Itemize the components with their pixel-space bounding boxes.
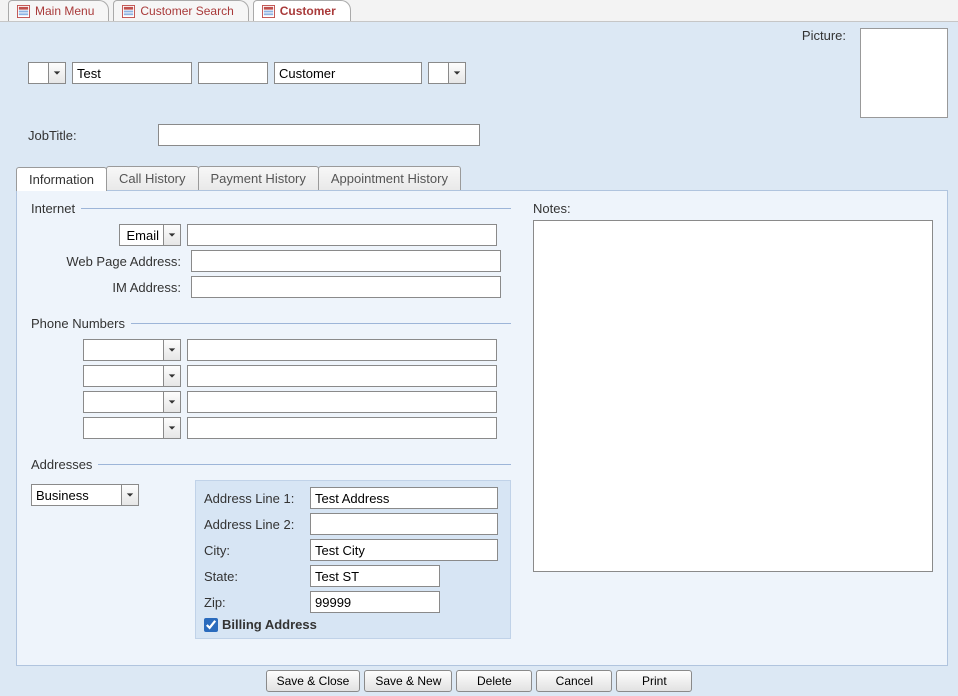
tab-call-history[interactable]: Call History bbox=[106, 166, 198, 190]
information-panel: Internet Web Page Address: bbox=[16, 190, 948, 666]
customer-form: Picture: JobTitle: Information Call Hist… bbox=[0, 22, 958, 696]
picture-box[interactable] bbox=[860, 28, 948, 118]
chevron-down-icon[interactable] bbox=[163, 391, 181, 413]
billing-checkbox[interactable] bbox=[204, 618, 218, 632]
phone-legend: Phone Numbers bbox=[31, 316, 131, 331]
chevron-down-icon[interactable] bbox=[163, 339, 181, 361]
first-name-input[interactable] bbox=[72, 62, 192, 84]
job-title-row: JobTitle: bbox=[10, 124, 948, 146]
chevron-down-icon[interactable] bbox=[448, 62, 466, 84]
print-button[interactable]: Print bbox=[616, 670, 692, 692]
phone-type-input[interactable] bbox=[83, 339, 163, 361]
address-line1-label: Address Line 1: bbox=[204, 491, 304, 506]
state-label: State: bbox=[204, 569, 304, 584]
notes-label: Notes: bbox=[533, 201, 933, 216]
internet-legend: Internet bbox=[31, 201, 81, 216]
email-type-combo[interactable] bbox=[119, 224, 181, 246]
address-line2-input[interactable] bbox=[310, 513, 498, 535]
email-type-input[interactable] bbox=[119, 224, 163, 246]
sub-tabs: Information Call History Payment History… bbox=[16, 166, 948, 190]
form-icon bbox=[17, 5, 30, 18]
chevron-down-icon[interactable] bbox=[121, 484, 139, 506]
addresses-section: Addresses Address Line 1: bbox=[31, 457, 511, 639]
suffix-combo[interactable] bbox=[428, 62, 466, 84]
zip-input[interactable] bbox=[310, 591, 440, 613]
button-row: Save & Close Save & New Delete Cancel Pr… bbox=[10, 670, 948, 692]
save-new-button[interactable]: Save & New bbox=[364, 670, 452, 692]
email-input[interactable] bbox=[187, 224, 497, 246]
web-page-label: Web Page Address: bbox=[31, 254, 181, 269]
state-input[interactable] bbox=[310, 565, 440, 587]
cancel-button[interactable]: Cancel bbox=[536, 670, 612, 692]
save-close-button[interactable]: Save & Close bbox=[266, 670, 361, 692]
phone-number-input[interactable] bbox=[187, 417, 497, 439]
phone-number-input[interactable] bbox=[187, 339, 497, 361]
tab-main-menu[interactable]: Main Menu bbox=[8, 0, 109, 21]
address-type-input[interactable] bbox=[31, 484, 121, 506]
phone-row bbox=[31, 417, 511, 439]
picture-block: Picture: bbox=[802, 28, 948, 118]
address-fields: Address Line 1: Address Line 2: City: bbox=[195, 480, 511, 639]
phone-type-combo[interactable] bbox=[83, 339, 181, 361]
phone-type-input[interactable] bbox=[83, 417, 163, 439]
middle-name-input[interactable] bbox=[198, 62, 268, 84]
sub-tabs-wrap: Information Call History Payment History… bbox=[16, 166, 948, 666]
chevron-down-icon[interactable] bbox=[48, 62, 66, 84]
phone-row bbox=[31, 339, 511, 361]
picture-label: Picture: bbox=[802, 28, 846, 43]
phone-number-input[interactable] bbox=[187, 365, 497, 387]
chevron-down-icon[interactable] bbox=[163, 224, 181, 246]
suffix-input[interactable] bbox=[428, 62, 448, 84]
im-address-label: IM Address: bbox=[31, 280, 181, 295]
billing-address-row: Billing Address bbox=[204, 617, 502, 632]
phone-type-combo[interactable] bbox=[83, 391, 181, 413]
city-label: City: bbox=[204, 543, 304, 558]
phone-type-combo[interactable] bbox=[83, 417, 181, 439]
phone-type-input[interactable] bbox=[83, 391, 163, 413]
phone-number-input[interactable] bbox=[187, 391, 497, 413]
city-input[interactable] bbox=[310, 539, 498, 561]
address-line2-label: Address Line 2: bbox=[204, 517, 304, 532]
im-address-input[interactable] bbox=[191, 276, 501, 298]
chevron-down-icon[interactable] bbox=[163, 417, 181, 439]
form-icon bbox=[122, 5, 135, 18]
billing-label: Billing Address bbox=[222, 617, 317, 632]
phone-type-combo[interactable] bbox=[83, 365, 181, 387]
phone-type-input[interactable] bbox=[83, 365, 163, 387]
internet-section: Internet Web Page Address: bbox=[31, 201, 511, 302]
job-title-label: JobTitle: bbox=[28, 128, 148, 143]
address-type-combo[interactable] bbox=[31, 484, 139, 506]
tab-payment-history[interactable]: Payment History bbox=[198, 166, 319, 190]
tab-customer-search[interactable]: Customer Search bbox=[113, 0, 248, 21]
tab-customer-label: Customer bbox=[280, 4, 336, 18]
window-tabs: Main Menu Customer Search Customer bbox=[0, 0, 958, 22]
last-name-input[interactable] bbox=[274, 62, 422, 84]
prefix-input[interactable] bbox=[28, 62, 48, 84]
chevron-down-icon[interactable] bbox=[163, 365, 181, 387]
addresses-legend: Addresses bbox=[31, 457, 98, 472]
notes-column: Notes: bbox=[533, 201, 933, 653]
phone-row bbox=[31, 391, 511, 413]
tab-information[interactable]: Information bbox=[16, 167, 107, 191]
phone-section: Phone Numbers bbox=[31, 316, 511, 443]
form-icon bbox=[262, 5, 275, 18]
tab-main-menu-label: Main Menu bbox=[35, 4, 94, 18]
zip-label: Zip: bbox=[204, 595, 304, 610]
tab-customer[interactable]: Customer bbox=[253, 0, 351, 21]
tab-appointment-history[interactable]: Appointment History bbox=[318, 166, 461, 190]
name-row: Picture: bbox=[10, 28, 948, 118]
phone-row bbox=[31, 365, 511, 387]
address-line1-input[interactable] bbox=[310, 487, 498, 509]
delete-button[interactable]: Delete bbox=[456, 670, 532, 692]
prefix-combo[interactable] bbox=[28, 62, 66, 84]
tab-customer-search-label: Customer Search bbox=[140, 4, 233, 18]
notes-textarea[interactable] bbox=[533, 220, 933, 572]
web-page-input[interactable] bbox=[191, 250, 501, 272]
job-title-input[interactable] bbox=[158, 124, 480, 146]
